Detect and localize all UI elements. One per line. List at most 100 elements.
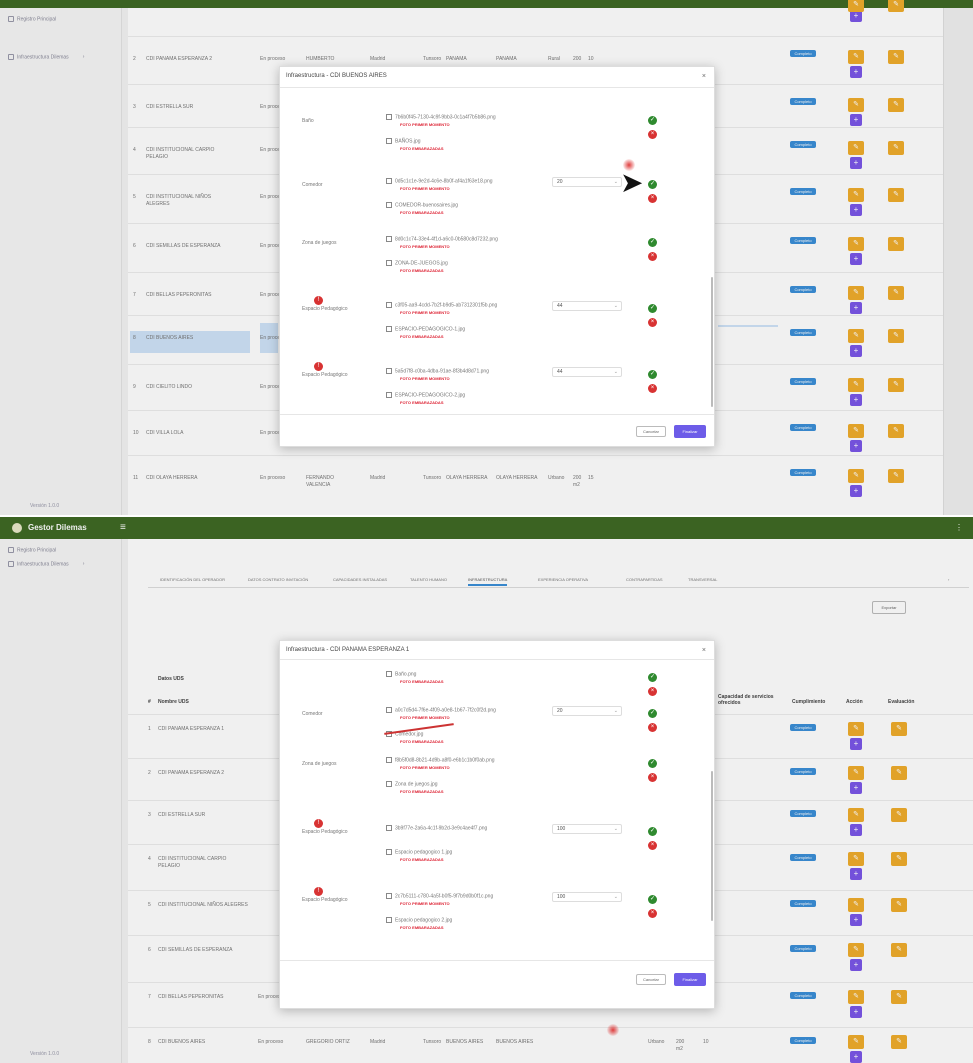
reject-icon[interactable]: ×: [648, 384, 657, 393]
approve-icon[interactable]: ✓: [648, 827, 657, 836]
export-button[interactable]: Exportar: [872, 601, 906, 614]
page-scrollbar[interactable]: [943, 8, 973, 515]
add-button[interactable]: +: [850, 394, 862, 406]
checkbox[interactable]: [386, 825, 392, 831]
approve-icon[interactable]: ✓: [648, 238, 657, 247]
tab-0[interactable]: IDENTIFICACIÓN DEL OPERADOR: [160, 577, 225, 582]
edit-button[interactable]: ✎: [848, 329, 864, 343]
add-button[interactable]: +: [850, 959, 862, 971]
tab-6[interactable]: CONTRAPARTIDAS: [626, 577, 663, 582]
evaluate-button[interactable]: ✎: [888, 424, 904, 438]
add-button[interactable]: +: [850, 868, 862, 880]
tab-5[interactable]: EXPERIENCIA OPERATIVA: [538, 577, 588, 582]
evaluate-button[interactable]: ✎: [888, 141, 904, 155]
score-select[interactable]: 44 ⌄: [552, 367, 622, 377]
approve-icon[interactable]: ✓: [648, 709, 657, 718]
menu-toggle-icon[interactable]: ≡: [120, 522, 126, 533]
tab-2[interactable]: CAPACIDADES INSTALADAS: [333, 577, 387, 582]
add-button[interactable]: +: [850, 345, 862, 357]
approve-icon[interactable]: ✓: [648, 759, 657, 768]
add-button[interactable]: +: [850, 440, 862, 452]
checkbox[interactable]: [386, 114, 392, 120]
checkbox[interactable]: [386, 202, 392, 208]
user-menu-icon[interactable]: ⋮: [955, 523, 963, 532]
score-select[interactable]: 100 ⌄: [552, 892, 622, 902]
file-checkbox-row[interactable]: 2c7b5111-c780-4a5f-b0f5-9f7b9d0b0f1c.png: [386, 893, 493, 899]
add-button[interactable]: +: [850, 485, 862, 497]
reject-icon[interactable]: ×: [648, 773, 657, 782]
reject-icon[interactable]: ×: [648, 252, 657, 261]
tab-3[interactable]: TALENTO HUMANO: [410, 577, 447, 582]
file-checkbox-row[interactable]: 7b6b0f45-7130-4c9f-9bb3-0c1a4f7b5b86.png: [386, 114, 496, 120]
approve-icon[interactable]: ✓: [648, 673, 657, 682]
checkbox[interactable]: [386, 178, 392, 184]
sidebar-item-infraestructura[interactable]: Infraestructura Dilemas ›: [8, 54, 84, 60]
evaluate-button[interactable]: ✎: [888, 0, 904, 12]
reject-icon[interactable]: ×: [648, 318, 657, 327]
checkbox[interactable]: [386, 302, 392, 308]
close-icon[interactable]: ×: [702, 647, 706, 654]
file-checkbox-row[interactable]: Zona de juegos.jpg: [386, 781, 438, 787]
evaluate-button[interactable]: ✎: [891, 1035, 907, 1049]
add-button[interactable]: +: [850, 66, 862, 78]
checkbox[interactable]: [386, 392, 392, 398]
checkbox[interactable]: [386, 707, 392, 713]
file-checkbox-row[interactable]: 3b9f77e-2a6a-4c1f-9b2d-3e9c4ae4f7.png: [386, 825, 487, 831]
edit-button[interactable]: ✎: [848, 722, 864, 736]
add-button[interactable]: +: [850, 824, 862, 836]
file-checkbox-row[interactable]: 0d5c1c1e-9e2d-4c6e-8b0f-af4a1f63e18.png: [386, 178, 493, 184]
finalizar-button[interactable]: Finalizar: [674, 425, 706, 438]
edit-button[interactable]: ✎: [848, 237, 864, 251]
checkbox[interactable]: [386, 893, 392, 899]
sidebar-item-registro[interactable]: Registro Principal: [8, 547, 56, 553]
evaluate-button[interactable]: ✎: [888, 469, 904, 483]
evaluate-button[interactable]: ✎: [888, 98, 904, 112]
reject-icon[interactable]: ×: [648, 130, 657, 139]
checkbox[interactable]: [386, 236, 392, 242]
tab-4[interactable]: INFRAESTRUCTURA: [468, 577, 508, 586]
file-checkbox-row[interactable]: 8d0c1c74-33e4-4f1d-a6c0-0b580c8d7232.png: [386, 236, 498, 242]
file-checkbox-row[interactable]: ZONA-DE-JUEGOS.jpg: [386, 260, 448, 266]
checkbox[interactable]: [386, 138, 392, 144]
close-icon[interactable]: ×: [702, 73, 706, 80]
edit-button[interactable]: ✎: [848, 98, 864, 112]
modal-scrollbar[interactable]: [711, 771, 713, 921]
file-checkbox-row[interactable]: f8b5f0d8-8b21-4d9b-a8f0-e6b1c1b0f0ab.png: [386, 757, 495, 763]
file-checkbox-row[interactable]: COMEDOR-buenosaires.jpg: [386, 202, 458, 208]
edit-button[interactable]: ✎: [848, 469, 864, 483]
add-button[interactable]: +: [850, 302, 862, 314]
edit-button[interactable]: ✎: [848, 50, 864, 64]
evaluate-button[interactable]: ✎: [891, 852, 907, 866]
edit-button[interactable]: ✎: [848, 378, 864, 392]
file-checkbox-row[interactable]: Espacio pedagogico 2.jpg: [386, 917, 452, 923]
file-checkbox-row[interactable]: 5a5d7f8-c0ba-4dba-91ae-8f3b4d8d71.png: [386, 368, 489, 374]
tab-scroll-right-icon[interactable]: ›: [948, 577, 949, 582]
checkbox[interactable]: [386, 260, 392, 266]
edit-button[interactable]: ✎: [848, 808, 864, 822]
approve-icon[interactable]: ✓: [648, 116, 657, 125]
add-button[interactable]: +: [850, 738, 862, 750]
checkbox[interactable]: [386, 917, 392, 923]
reject-icon[interactable]: ×: [648, 723, 657, 732]
file-checkbox-row[interactable]: BAÑOS.jpg: [386, 138, 421, 144]
tab-7[interactable]: TRANSVERSAL: [688, 577, 717, 582]
checkbox[interactable]: [386, 671, 392, 677]
approve-icon[interactable]: ✓: [648, 304, 657, 313]
add-button[interactable]: +: [850, 114, 862, 126]
cancel-button[interactable]: Cancelar: [636, 974, 666, 985]
edit-button[interactable]: ✎: [848, 286, 864, 300]
edit-button[interactable]: ✎: [848, 188, 864, 202]
edit-button[interactable]: ✎: [848, 424, 864, 438]
sidebar-item-registro[interactable]: Registro Principal: [8, 16, 56, 22]
tab-1[interactable]: DATOS CONTRATO INVITACIÓN: [248, 577, 308, 582]
edit-button[interactable]: ✎: [848, 898, 864, 912]
add-button[interactable]: +: [850, 1051, 862, 1063]
modal-scrollbar[interactable]: [711, 277, 713, 407]
reject-icon[interactable]: ×: [648, 687, 657, 696]
file-checkbox-row[interactable]: c3f05-aa9-4cdd-7b2f-b9d5-ab7312301f5b.pn…: [386, 302, 497, 308]
approve-icon[interactable]: ✓: [648, 370, 657, 379]
evaluate-button[interactable]: ✎: [888, 286, 904, 300]
evaluate-button[interactable]: ✎: [891, 990, 907, 1004]
score-select[interactable]: 44 ⌄: [552, 301, 622, 311]
evaluate-button[interactable]: ✎: [888, 50, 904, 64]
